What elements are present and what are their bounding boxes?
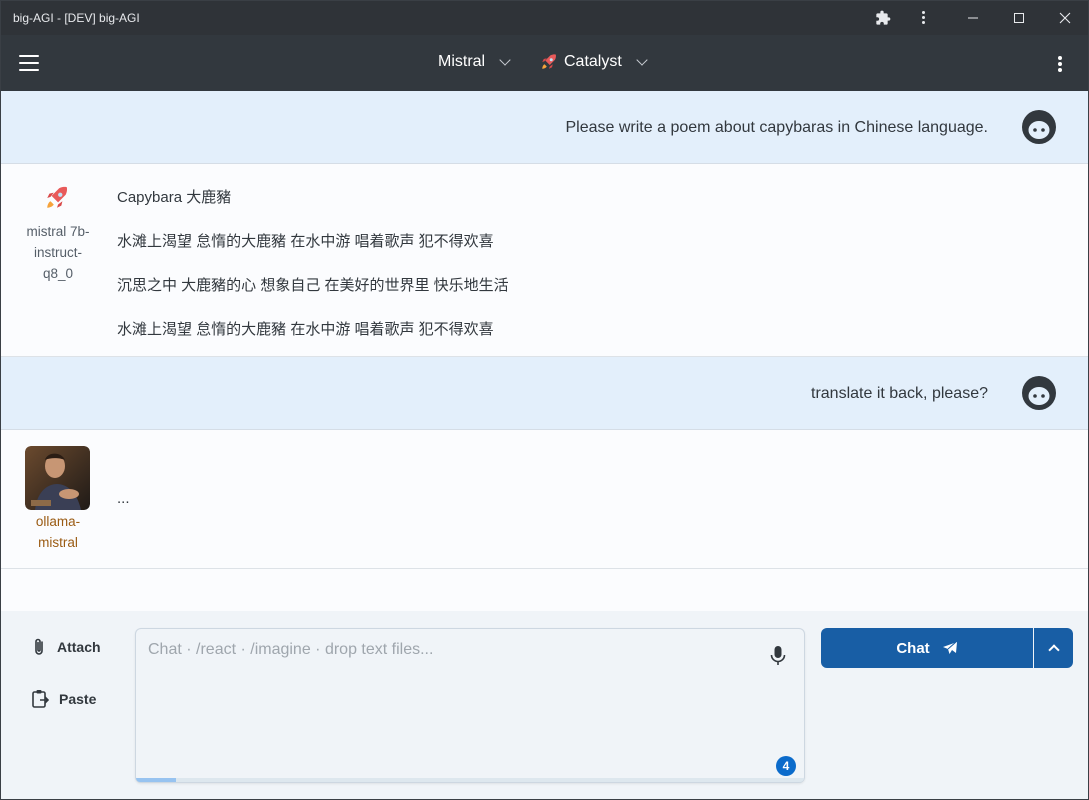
message-text: ... <box>117 490 130 507</box>
browser-menu-button[interactable] <box>901 1 947 35</box>
message-text: Please write a poem about capybaras in C… <box>565 119 989 136</box>
sender-name: mistral 7b- instruct- q8_0 <box>26 224 90 281</box>
vertical-dots-icon <box>922 11 926 25</box>
send-icon <box>942 641 957 654</box>
model-label: Mistral <box>438 53 486 70</box>
user-message: translate it back, please? <box>1 357 1088 430</box>
app-window: big-AGI - [DEV] big-AGI Mistral Catalyst… <box>0 0 1089 800</box>
rocket-icon <box>47 186 68 208</box>
avatar-image <box>25 446 90 510</box>
chat-input-placeholder: Chat · /react · /imagine · drop text fil… <box>148 641 434 658</box>
user-avatar-icon <box>1022 110 1056 144</box>
send-chat-label: Chat <box>896 639 930 657</box>
app-menu-button[interactable] <box>1058 56 1062 72</box>
persona-selector[interactable]: Catalyst <box>540 53 648 71</box>
minimize-button[interactable] <box>950 1 996 35</box>
clipboard-paste-icon <box>32 690 49 708</box>
message-line: 水滩上渴望 怠惰的大鹿豬 在水中游 唱着歌声 犯不得欢喜 <box>117 321 494 338</box>
token-count-badge: 4 <box>776 756 796 776</box>
chevron-up-icon <box>1047 644 1060 656</box>
user-avatar-icon <box>1022 376 1056 410</box>
menu-icon[interactable] <box>19 55 39 71</box>
token-progress-bar <box>136 778 804 782</box>
app-header: Mistral Catalyst <box>1 35 1088 91</box>
sender-name: ollama- mistral <box>35 514 81 550</box>
minimize-icon <box>968 17 978 19</box>
microphone-icon[interactable] <box>770 645 786 667</box>
puzzle-icon <box>876 10 891 25</box>
model-selector[interactable]: Mistral <box>438 53 511 71</box>
paperclip-icon <box>35 638 43 655</box>
chevron-down-icon <box>499 53 511 66</box>
persona-label: Catalyst <box>564 53 622 70</box>
close-button[interactable] <box>1042 1 1088 35</box>
maximize-icon <box>1014 13 1024 23</box>
composer: Attach Paste Chat · /react · /imagine · … <box>1 611 1088 799</box>
paste-label: Paste <box>59 691 97 707</box>
paste-button[interactable]: Paste <box>31 689 96 709</box>
rocket-icon <box>542 54 556 69</box>
attach-label: Attach <box>57 639 101 655</box>
chat-input[interactable]: Chat · /react · /imagine · drop text fil… <box>135 628 805 783</box>
chevron-down-icon <box>636 53 648 66</box>
window-title: big-AGI - [DEV] big-AGI <box>13 11 140 25</box>
window-titlebar: big-AGI - [DEV] big-AGI <box>1 1 1088 35</box>
close-icon <box>1059 12 1071 24</box>
token-progress-fill <box>136 778 177 782</box>
user-message: Please write a poem about capybaras in C… <box>1 91 1088 164</box>
send-chat-button[interactable]: Chat <box>821 628 1033 668</box>
assistant-message: ollama- mistral ... <box>1 430 1088 569</box>
chat-mode-dropdown-button[interactable] <box>1034 628 1073 668</box>
message-line: 水滩上渴望 怠惰的大鹿豬 在水中游 唱着歌声 犯不得欢喜 <box>117 233 494 250</box>
extensions-button[interactable] <box>860 1 906 35</box>
maximize-button[interactable] <box>996 1 1042 35</box>
message-text: translate it back, please? <box>811 385 988 402</box>
assistant-message: mistral 7b- instruct- q8_0 Capybara 大鹿豬 … <box>1 164 1088 357</box>
message-line: Capybara 大鹿豬 <box>117 189 232 206</box>
attach-button[interactable]: Attach <box>31 637 101 657</box>
message-line: 沉思之中 大鹿豬的心 想象自己 在美好的世界里 快乐地生活 <box>117 277 509 294</box>
